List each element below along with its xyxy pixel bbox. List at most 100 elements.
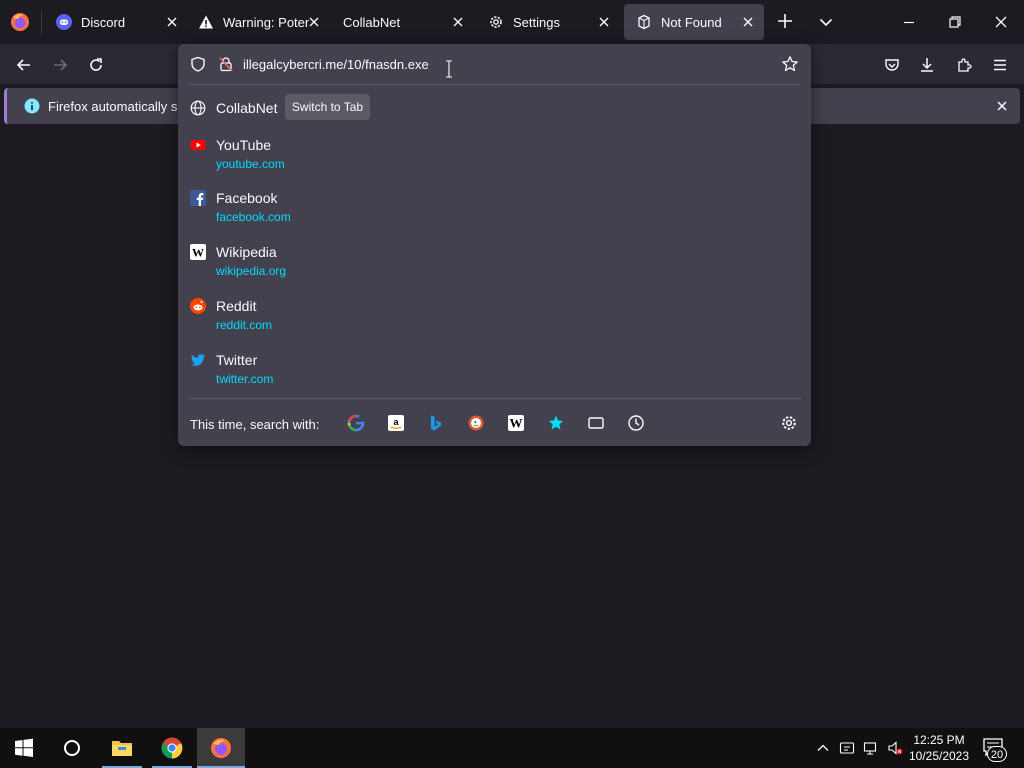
close-tab-icon[interactable] [164, 14, 180, 30]
forward-icon[interactable] [51, 56, 69, 74]
bookmarks-icon[interactable] [547, 414, 565, 432]
info-icon [24, 98, 40, 114]
extensions-icon[interactable] [955, 56, 973, 74]
result-title: YouTube [216, 137, 272, 153]
tab-title: CollabNet [343, 14, 401, 30]
bing-icon[interactable] [427, 414, 445, 432]
wikipedia-icon: W [190, 244, 206, 260]
tracking-protection-icon[interactable] [190, 56, 206, 72]
gear-icon [488, 14, 504, 30]
tab-discord[interactable]: Discord [44, 4, 188, 40]
windows-taskbar: 12:25 PM 10/25/2023 20 [0, 728, 1024, 768]
back-icon[interactable] [15, 56, 33, 74]
youtube-icon [190, 137, 206, 153]
result-title: Wikipedia [216, 244, 277, 260]
close-tab-icon[interactable] [740, 14, 756, 30]
switch-to-tab-result[interactable]: CollabNet [178, 84, 811, 130]
downloads-icon[interactable] [918, 56, 936, 74]
file-explorer-button[interactable] [98, 728, 146, 768]
chrome-button[interactable] [148, 728, 196, 768]
google-icon[interactable] [347, 414, 365, 432]
tab-collabnet[interactable]: CollabNet [330, 4, 474, 40]
chevron-up-icon[interactable] [815, 740, 831, 756]
twitter-icon [190, 352, 206, 368]
wikipedia-icon[interactable]: W [507, 414, 525, 432]
top-site-wikipedia[interactable]: W Wikipedia wikipedia.org [178, 239, 811, 289]
hamburger-menu-icon[interactable] [991, 56, 1009, 74]
firefox-button[interactable] [197, 728, 245, 768]
search-with-label: This time, search with: [190, 417, 320, 432]
notification-text: Firefox automatically sen [48, 99, 192, 114]
reload-icon[interactable] [87, 56, 105, 74]
clock-time: 12:25 PM [913, 733, 965, 747]
tab-title: Settings [513, 14, 560, 30]
url-input[interactable] [243, 55, 763, 73]
tab-not-found[interactable]: Not Found [624, 4, 764, 40]
not-found-icon [636, 14, 652, 30]
tab-title: Warning: Potent [223, 14, 309, 30]
close-tab-icon[interactable] [450, 14, 466, 30]
result-url: twitter.com [216, 372, 274, 386]
result-title: Reddit [216, 298, 257, 314]
close-notification-icon[interactable] [994, 98, 1010, 114]
minimize-icon[interactable] [900, 13, 918, 31]
insecure-lock-icon[interactable] [218, 56, 234, 72]
result-url: facebook.com [216, 210, 291, 224]
system-clock[interactable]: 12:25 PM 10/25/2023 [905, 732, 973, 764]
tab-separator [41, 10, 42, 34]
folder-icon [112, 741, 132, 756]
top-site-twitter[interactable]: Twitter twitter.com [178, 347, 811, 397]
globe-icon [190, 100, 206, 116]
reddit-icon [190, 298, 206, 314]
urlbar [178, 44, 811, 84]
cortana-circle-icon [64, 740, 80, 756]
search-with-bar: This time, search with: a W [178, 402, 811, 446]
tab-settings[interactable]: Settings [476, 4, 620, 40]
top-site-youtube[interactable]: YouTube youtube.com [178, 132, 811, 182]
firefox-view-icon[interactable] [8, 10, 32, 34]
gear-icon[interactable] [780, 414, 798, 432]
cortana-search-button[interactable] [48, 728, 96, 768]
start-button[interactable] [0, 728, 48, 768]
switch-to-tab-button[interactable]: Switch to Tab [285, 94, 370, 120]
pocket-icon[interactable] [883, 56, 901, 74]
result-url: wikipedia.org [216, 264, 287, 278]
firefox-icon [211, 738, 231, 758]
tabs-icon[interactable] [587, 414, 605, 432]
result-title: Facebook [216, 190, 278, 206]
svg-text:W: W [192, 246, 204, 260]
close-tab-icon[interactable] [596, 14, 612, 30]
result-title: Twitter [216, 352, 258, 368]
result-title: CollabNet [216, 100, 278, 116]
divider [188, 398, 801, 399]
urlbar-dropdown: CollabNet Switch to Tab YouTube youtube.… [178, 44, 811, 446]
result-url: reddit.com [216, 318, 273, 332]
top-site-reddit[interactable]: Reddit reddit.com [178, 293, 811, 343]
close-window-icon[interactable] [992, 13, 1010, 31]
meet-now-icon[interactable] [839, 740, 855, 756]
facebook-icon [190, 190, 206, 206]
new-tab-icon[interactable] [776, 12, 794, 30]
tab-title: Not Found [661, 14, 722, 30]
result-url: youtube.com [216, 157, 285, 171]
duckduckgo-icon[interactable] [467, 414, 485, 432]
restore-icon[interactable] [946, 13, 964, 31]
clock-date: 10/25/2023 [908, 749, 970, 763]
discord-icon [56, 14, 72, 30]
close-tab-icon[interactable] [306, 14, 322, 30]
text-cursor-icon [444, 60, 454, 78]
tab-strip: Discord Warning: Potent CollabNet Settin… [0, 0, 1024, 44]
amazon-icon[interactable]: a [387, 414, 405, 432]
windows-logo-icon [15, 738, 33, 757]
tab-warning[interactable]: Warning: Potent [186, 4, 326, 40]
top-site-facebook[interactable]: Facebook facebook.com [178, 185, 811, 235]
volume-muted-icon[interactable] [887, 740, 903, 756]
bookmark-star-icon[interactable] [781, 55, 799, 73]
chevron-down-icon[interactable] [818, 14, 834, 30]
chrome-icon [161, 737, 183, 759]
network-icon[interactable] [863, 740, 879, 756]
tab-title: Discord [81, 14, 126, 30]
warning-icon [198, 14, 214, 30]
svg-text:W: W [510, 416, 523, 431]
history-icon[interactable] [627, 414, 645, 432]
